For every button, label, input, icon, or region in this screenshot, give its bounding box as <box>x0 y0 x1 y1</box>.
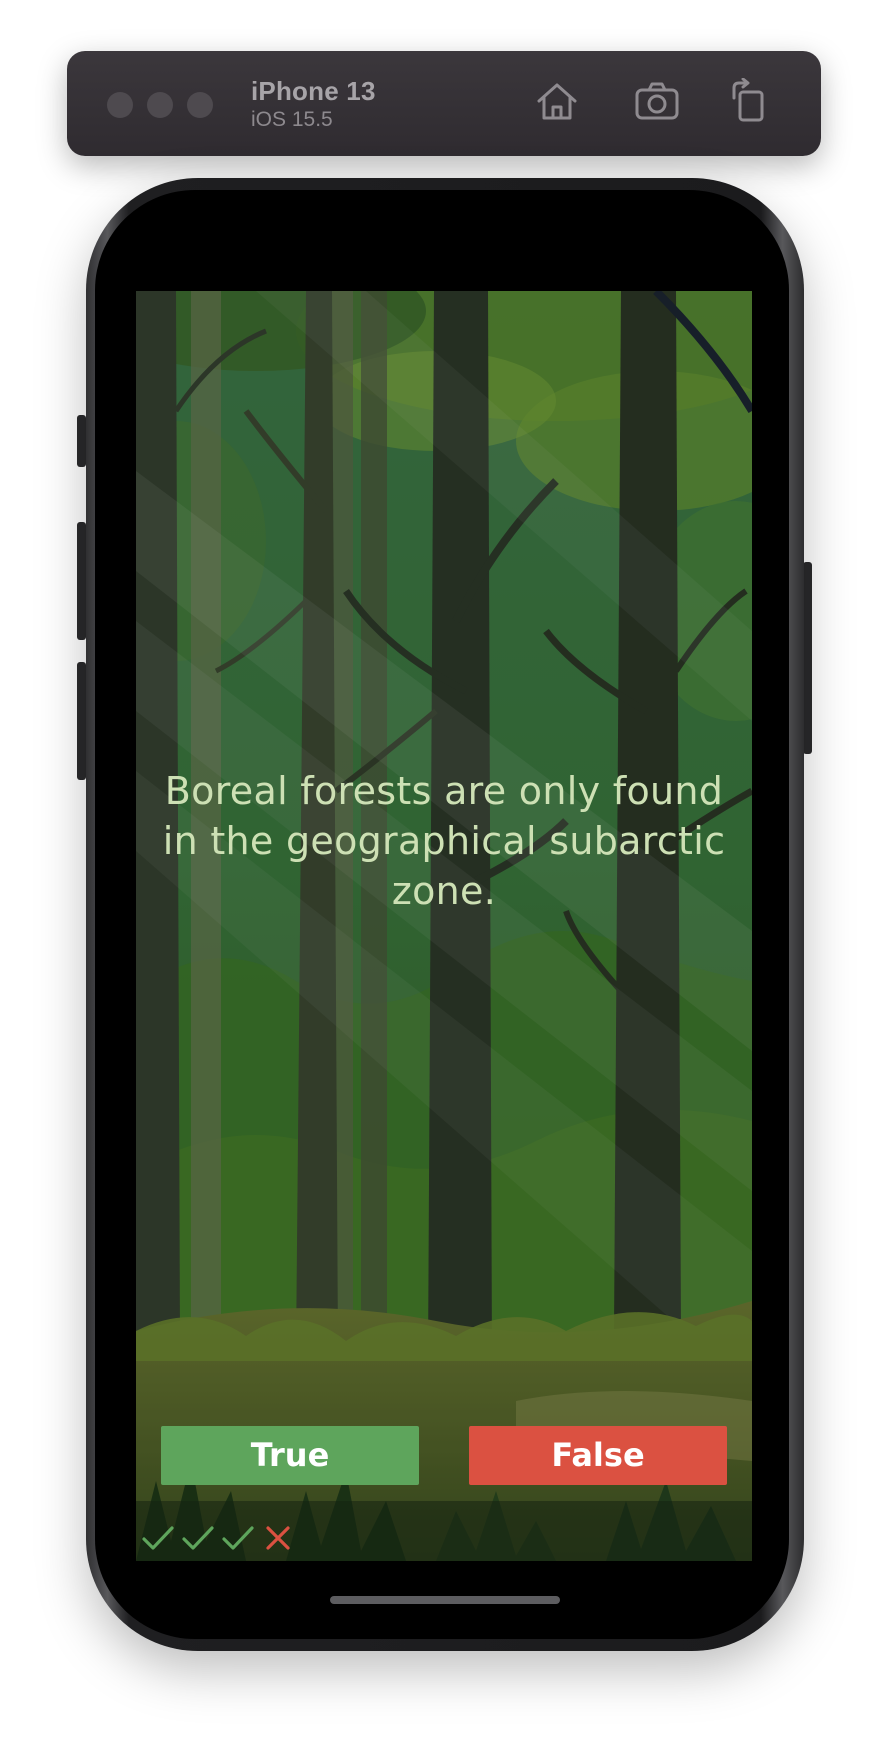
device-name: iPhone 13 <box>251 76 376 106</box>
checkmark-icon <box>142 1526 174 1550</box>
screenshot-icon[interactable] <box>634 78 680 124</box>
simulator-window: iPhone 13 iOS 15.5 Boreal forests are on… <box>0 0 888 1738</box>
checkmark-icon <box>182 1526 214 1550</box>
mute-switch <box>77 415 86 467</box>
volume-down-button <box>77 662 86 780</box>
false-button[interactable]: False <box>469 1426 727 1485</box>
true-button[interactable]: True <box>161 1426 419 1485</box>
zoom-window-button[interactable] <box>187 92 213 118</box>
cross-icon <box>266 1526 290 1550</box>
question-text: Boreal forests are only found in the geo… <box>162 769 726 913</box>
checkmark-icon <box>222 1526 254 1550</box>
rotate-icon[interactable] <box>725 78 771 124</box>
forest-background-image <box>136 291 752 1561</box>
app-screen: Boreal forests are only found in the geo… <box>136 291 752 1561</box>
minimize-window-button[interactable] <box>147 92 173 118</box>
close-window-button[interactable] <box>107 92 133 118</box>
simulator-toolbar <box>67 51 821 156</box>
home-icon[interactable] <box>534 78 580 124</box>
answer-history <box>140 1521 296 1555</box>
power-button <box>803 562 812 754</box>
volume-up-button <box>77 522 86 640</box>
home-indicator[interactable] <box>330 1596 560 1604</box>
device-os-version: iOS 15.5 <box>251 108 333 131</box>
